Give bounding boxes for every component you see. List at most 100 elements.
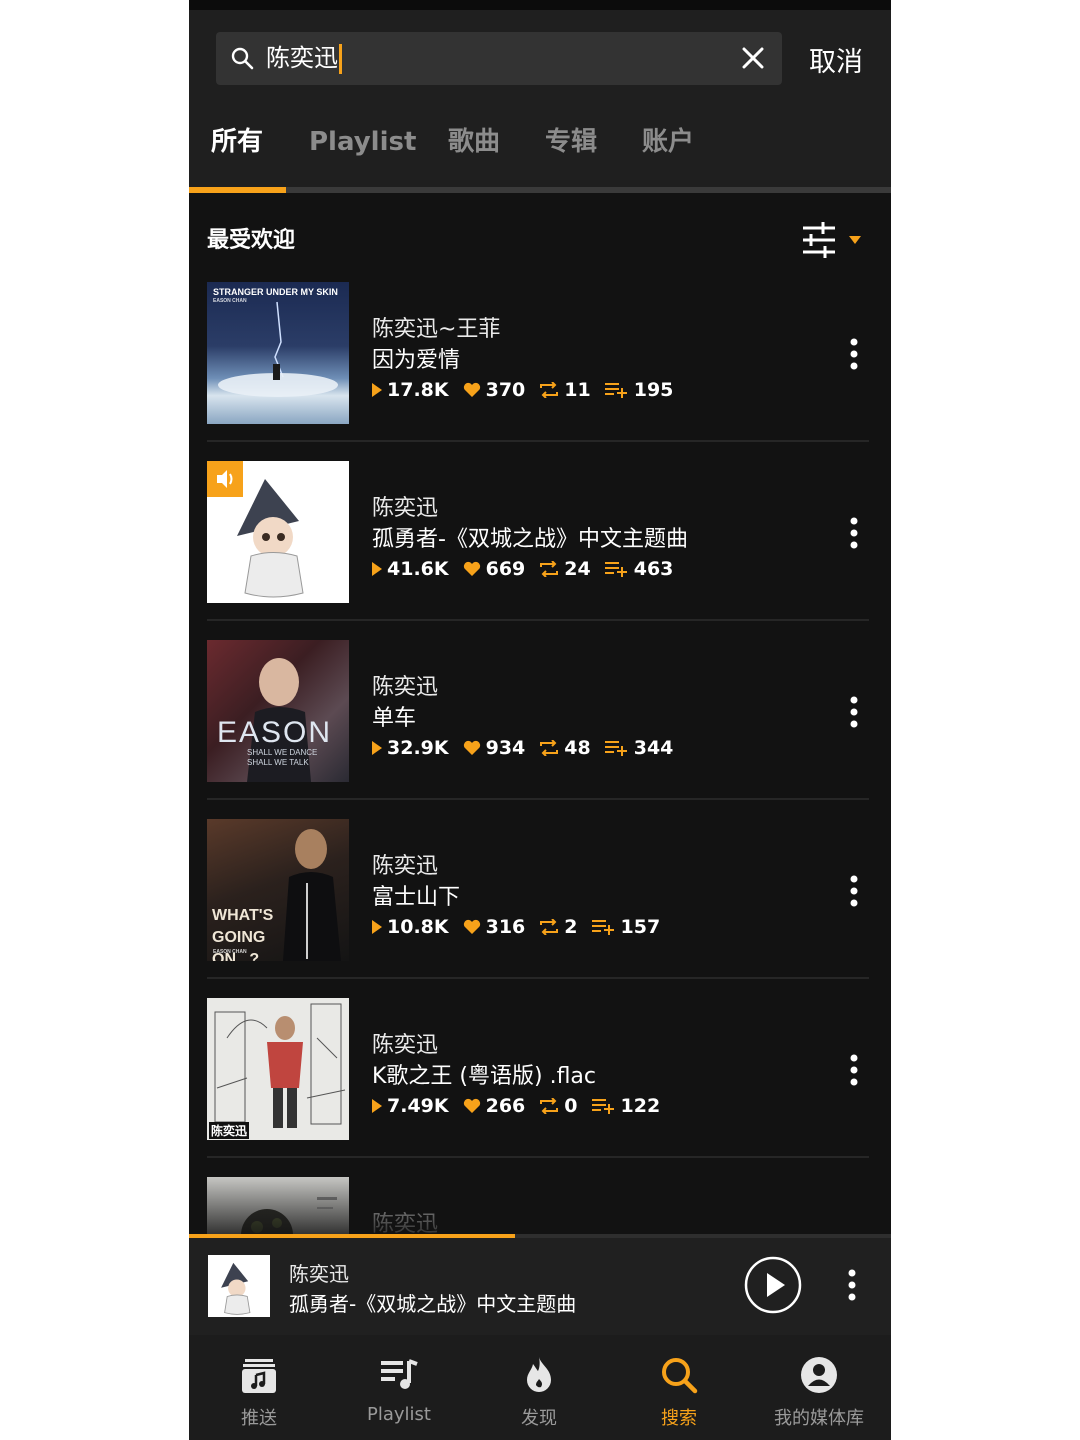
tab-track <box>189 187 891 193</box>
tab-playlist[interactable]: Playlist <box>309 120 416 164</box>
play-count-icon <box>372 383 382 397</box>
repost-icon <box>540 1098 559 1114</box>
app-screen: 陈奕迅 取消 所有 Playlist 歌曲 专辑 账户 最受欢迎 STRANGE… <box>189 0 891 1440</box>
list-item[interactable]: EASON SHALL WE DANCE SHALL WE TALK 陈奕迅 单… <box>189 621 891 800</box>
nav-label: 我的媒体库 <box>774 1408 864 1429</box>
song-stats: 10.8K 316 2 157 <box>372 914 674 940</box>
repost-count: 11 <box>564 379 591 401</box>
repost-count: 24 <box>564 558 591 580</box>
album-art: STRANGER UNDER MY SKIN EASON CHAN <box>207 282 349 424</box>
search-query[interactable]: 陈奕迅 <box>266 44 338 72</box>
playback-progress-fill <box>189 1234 516 1238</box>
song-title: 单车 <box>372 706 417 731</box>
nav-library[interactable]: 我的媒体库 <box>749 1335 889 1440</box>
song-artist: 陈奕迅 <box>372 854 439 879</box>
tab-all[interactable]: 所有 <box>211 120 263 164</box>
play-count: 7.49K <box>387 1095 449 1117</box>
play-count: 10.8K <box>387 916 449 938</box>
cover-illustration <box>214 1003 346 1128</box>
like-count: 266 <box>485 1095 526 1117</box>
play-count: 41.6K <box>387 558 449 580</box>
nav-feed[interactable]: 推送 <box>189 1335 329 1440</box>
tab-albums[interactable]: 专辑 <box>545 120 597 164</box>
song-title: 富士山下 <box>372 885 461 910</box>
play-button[interactable] <box>744 1256 802 1314</box>
filter-sort-icon[interactable] <box>801 222 867 260</box>
add-to-playlist-icon <box>604 562 627 577</box>
repost-icon <box>540 740 559 756</box>
like-count: 934 <box>485 737 526 759</box>
search-input[interactable]: 陈奕迅 <box>216 32 782 85</box>
more-options-icon[interactable] <box>843 1268 861 1302</box>
nav-discover[interactable]: 发现 <box>469 1335 609 1440</box>
play-count-icon <box>372 920 382 934</box>
more-options-icon[interactable] <box>845 337 863 371</box>
tab-indicator <box>189 187 286 193</box>
add-to-playlist-icon <box>591 920 614 935</box>
cover-text: 陈奕迅 <box>209 1122 250 1139</box>
tab-songs[interactable]: 歌曲 <box>448 120 500 164</box>
now-playing-title: 孤勇者-《双城之战》中文主题曲 <box>289 1292 577 1316</box>
song-stats: 7.49K 266 0 122 <box>372 1093 674 1119</box>
list-item[interactable]: STRANGER UNDER MY SKIN EASON CHAN 陈奕迅~王菲… <box>189 263 891 442</box>
nav-search[interactable]: 搜索 <box>609 1335 749 1440</box>
like-count: 316 <box>485 916 526 938</box>
result-tabs: 所有 Playlist 歌曲 专辑 账户 <box>189 120 891 170</box>
playlist-count: 157 <box>620 916 661 938</box>
list-item[interactable]: 陈奕迅 孤勇者-《双城之战》中文主题曲 41.6K 669 24 463 <box>189 442 891 621</box>
repost-count: 0 <box>564 1095 578 1117</box>
profile-icon <box>801 1357 837 1393</box>
heart-icon <box>463 561 480 576</box>
search-icon <box>662 1358 698 1394</box>
add-to-playlist-icon <box>604 741 627 756</box>
more-options-icon[interactable] <box>845 874 863 908</box>
clear-search-icon[interactable] <box>740 45 766 71</box>
repost-count: 2 <box>564 916 578 938</box>
like-count: 669 <box>485 558 526 580</box>
more-options-icon[interactable] <box>845 695 863 729</box>
song-stats: 17.8K 370 11 195 <box>372 377 687 403</box>
cover-illustration <box>218 301 338 397</box>
play-count: 17.8K <box>387 379 449 401</box>
cancel-button[interactable]: 取消 <box>809 40 863 79</box>
mini-player[interactable]: 陈奕迅 孤勇者-《双城之战》中文主题曲 <box>189 1234 891 1335</box>
nav-label: Playlist <box>367 1404 431 1425</box>
music-feed-icon <box>242 1359 276 1393</box>
add-to-playlist-icon <box>604 383 627 398</box>
song-title: 因为爱情 <box>372 348 461 373</box>
more-options-icon[interactable] <box>845 1053 863 1087</box>
text-cursor <box>339 44 342 74</box>
repost-icon <box>540 382 559 398</box>
heart-icon <box>463 740 480 755</box>
nav-label: 推送 <box>241 1408 277 1429</box>
play-count-icon <box>372 741 382 755</box>
more-options-icon[interactable] <box>845 516 863 550</box>
list-item[interactable]: WHAT'S GOING ON...? EASON CHAN 陈奕迅 富士山下 … <box>189 800 891 979</box>
tab-accounts[interactable]: 账户 <box>642 120 694 164</box>
album-art: EASON SHALL WE DANCE SHALL WE TALK <box>207 640 349 782</box>
search-icon <box>231 47 254 70</box>
play-count-icon <box>372 1099 382 1113</box>
cover-subtext: SHALL WE DANCE SHALL WE TALK <box>247 748 318 767</box>
cover-text: EASON <box>217 716 333 749</box>
flame-icon <box>527 1357 551 1392</box>
playlist-count: 344 <box>633 737 674 759</box>
song-title: 孤勇者-《双城之战》中文主题曲 <box>372 527 688 552</box>
nav-playlist[interactable]: Playlist <box>329 1335 469 1440</box>
repost-icon <box>540 561 559 577</box>
song-title: K歌之王 (粤语版) .flac <box>372 1064 597 1089</box>
bottom-nav: 推送 Playlist 发现 搜索 我的媒体库 <box>189 1335 891 1440</box>
album-art: 陈奕迅 <box>207 998 349 1140</box>
like-count: 370 <box>485 379 526 401</box>
nav-label: 搜索 <box>661 1408 697 1429</box>
cover-illustration <box>221 1262 251 1315</box>
now-playing-badge <box>207 461 243 497</box>
section-title: 最受欢迎 <box>207 228 296 253</box>
list-item[interactable]: 陈奕迅 陈奕迅 K歌之王 (粤语版) .flac 7.49K 266 0 122 <box>189 979 891 1158</box>
heart-icon <box>463 919 480 934</box>
song-stats: 32.9K 934 48 344 <box>372 735 687 761</box>
song-stats: 41.6K 669 24 463 <box>372 556 687 582</box>
play-count-icon <box>372 562 382 576</box>
cover-subtext: EASON CHAN <box>213 949 247 955</box>
song-artist: 陈奕迅 <box>372 1033 439 1058</box>
